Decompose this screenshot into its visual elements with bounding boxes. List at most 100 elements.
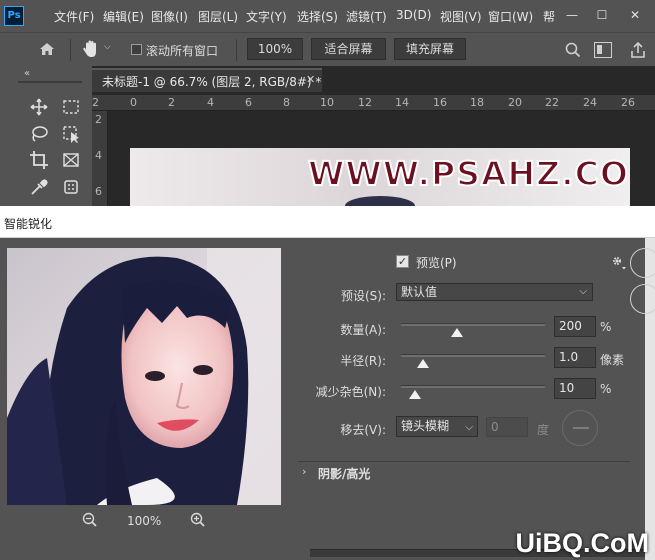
angle-dial [562, 410, 598, 446]
reduce-noise-label: 减少杂色(N): [315, 385, 386, 399]
maximize-button[interactable]: ☐ [587, 0, 617, 32]
radius-unit: 像素 [600, 353, 625, 367]
preset-select[interactable]: 默认值 ⌵ [396, 283, 593, 301]
reduce-noise-slider-thumb[interactable] [409, 390, 422, 399]
amount-slider[interactable] [401, 323, 545, 326]
move-tool-icon[interactable] [28, 96, 50, 118]
document-tab[interactable]: 未标题-1 @ 66.7% (图层 2, RGB/8#) * ✕ [92, 68, 322, 92]
remove-value: 镜头模糊 [401, 419, 450, 433]
amount-input[interactable]: 200 [554, 316, 596, 337]
amount-label: 数量(A): [340, 323, 386, 337]
zoom-in-icon[interactable] [189, 511, 207, 529]
search-icon[interactable] [564, 41, 582, 59]
reduce-noise-input[interactable]: 10 [554, 378, 596, 399]
shadows-highlights-section[interactable]: 阴影/高光 [318, 465, 370, 482]
ruler-label: 24 [583, 96, 597, 109]
frame-tool-icon[interactable] [60, 149, 82, 171]
ruler-label: 8 [283, 96, 290, 109]
close-button[interactable]: ✕ [620, 0, 650, 32]
ruler-label: 22 [545, 96, 559, 109]
ok-button-edge[interactable] [630, 248, 655, 278]
fit-screen-button[interactable]: 适合屏幕 [311, 38, 386, 60]
tools-panel: « [0, 66, 92, 206]
eyedropper-tool-icon[interactable] [28, 176, 50, 198]
minimize-button[interactable]: — [557, 0, 587, 32]
radius-input[interactable]: 1.0 [554, 347, 596, 368]
photoshop-logo: Ps [4, 6, 24, 26]
ruler-label: 18 [470, 96, 484, 109]
menu-type[interactable]: 文字(Y) [246, 8, 287, 25]
menu-3d[interactable]: 3D(D) [396, 8, 431, 22]
share-icon[interactable] [628, 40, 648, 60]
crop-tool-icon[interactable] [28, 149, 50, 171]
menu-help[interactable]: 帮 [543, 8, 555, 25]
menu-file[interactable]: 文件(F) [54, 8, 94, 25]
menu-bar: Ps 文件(F) 编辑(E) 图像(I) 图层(L) 文字(Y) 选择(S) 滤… [0, 0, 655, 32]
fill-screen-button[interactable]: 填充屏幕 [394, 38, 466, 60]
ruler-label: 14 [395, 96, 409, 109]
remove-label: 移去(V): [340, 423, 386, 437]
angle-unit: 度 [537, 423, 550, 437]
ruler-label: 2 [92, 96, 99, 109]
ruler-label: 2 [168, 96, 175, 109]
remove-select[interactable]: 镜头模糊 ⌵ [396, 416, 478, 437]
menu-view[interactable]: 视图(V) [440, 8, 482, 25]
spot-healing-tool-icon[interactable] [60, 176, 82, 198]
reduce-noise-slider[interactable] [401, 385, 545, 388]
hand-tool-icon[interactable] [80, 37, 102, 61]
reduce-noise-unit: % [600, 382, 612, 396]
amount-unit: % [600, 320, 612, 334]
ruler-label: 20 [508, 96, 522, 109]
scroll-all-checkbox[interactable] [131, 44, 142, 55]
dialog-title-bar[interactable]: 智能锐化 [0, 206, 655, 238]
angle-input: 0 [486, 417, 528, 437]
canvas-watermark: WWW.PSAHZ.COM [307, 153, 630, 194]
chevron-right-icon[interactable]: › [302, 465, 306, 478]
menu-image[interactable]: 图像(I) [151, 8, 188, 25]
chevron-down-icon[interactable]: ⌵ [104, 42, 111, 52]
section-divider [298, 461, 630, 462]
preset-value: 默认值 [401, 285, 438, 299]
radius-label: 半径(R): [340, 354, 386, 368]
menu-window[interactable]: 窗口(W) [488, 8, 533, 25]
ruler-label: 26 [621, 96, 635, 109]
document-tab-title: 未标题-1 @ 66.7% (图层 2, RGB/8#) * [102, 75, 322, 89]
chevron-down-icon: ⌵ [465, 422, 473, 433]
ruler-label: 2 [95, 113, 102, 126]
document-canvas[interactable]: WWW.PSAHZ.COM [130, 148, 630, 206]
filter-preview[interactable] [7, 248, 281, 505]
ruler-label: 4 [207, 96, 214, 109]
home-icon[interactable] [36, 38, 58, 60]
radius-slider[interactable] [401, 354, 545, 357]
menu-edit[interactable]: 编辑(E) [103, 8, 144, 25]
ruler-label: 6 [245, 96, 252, 109]
scroll-all-label: 滚动所有窗口 [146, 44, 219, 58]
ruler-label: 6 [95, 185, 102, 198]
marquee-tool-icon[interactable] [60, 96, 82, 118]
preview-label: 预览(P) [416, 256, 457, 270]
ruler-label: 10 [320, 96, 334, 109]
gear-icon[interactable] [609, 253, 627, 271]
ruler-label: 4 [95, 149, 102, 162]
menu-filter[interactable]: 滤镜(T) [346, 8, 387, 25]
dialog-title: 智能锐化 [4, 217, 53, 231]
amount-slider-thumb[interactable] [451, 328, 464, 337]
ruler-label: 16 [433, 96, 447, 109]
workspace-icon[interactable] [594, 42, 612, 58]
ruler-label: 0 [130, 96, 137, 109]
lasso-tool-icon[interactable] [28, 123, 50, 145]
zoom-out-icon[interactable] [81, 511, 99, 529]
collapse-panel-icon[interactable]: « [24, 68, 30, 79]
cancel-button-edge[interactable] [630, 284, 655, 314]
menu-layer[interactable]: 图层(L) [198, 8, 238, 25]
zoom-level: 100% [127, 514, 162, 528]
radius-slider-thumb[interactable] [416, 359, 429, 368]
close-tab-icon[interactable]: ✕ [306, 73, 315, 86]
object-select-tool-icon[interactable] [60, 123, 82, 145]
menu-select[interactable]: 选择(S) [297, 8, 338, 25]
preview-checkbox[interactable]: ✓ [396, 255, 409, 268]
ruler-label: 12 [358, 96, 372, 109]
chevron-down-icon: ⌵ [579, 286, 587, 297]
zoom-100-button[interactable]: 100% [247, 38, 303, 60]
options-bar: ⌵ 滚动所有窗口 100% 适合屏幕 填充屏幕 [0, 32, 655, 66]
